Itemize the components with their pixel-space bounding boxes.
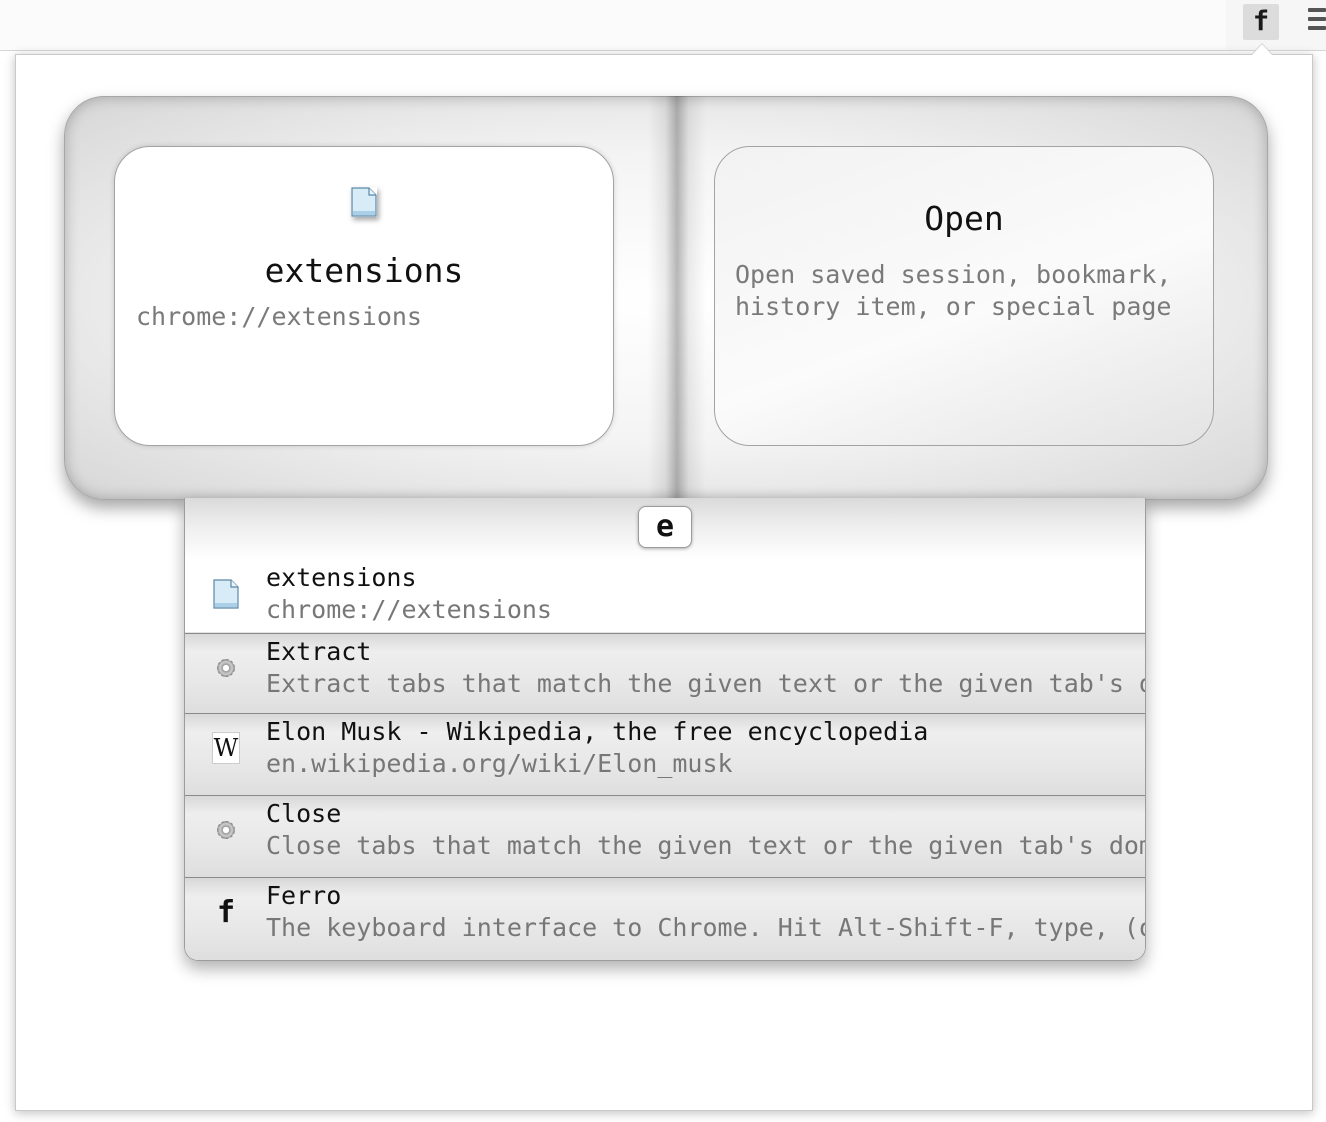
list-item-subtitle: Close tabs that match the given text or … — [266, 831, 1145, 860]
query-bar: e — [185, 498, 1145, 560]
query-input[interactable]: e — [638, 506, 692, 548]
document-icon — [351, 187, 377, 217]
menu-bar-line — [1308, 17, 1326, 21]
list-item[interactable]: Extract Extract tabs that match the give… — [185, 633, 1145, 713]
action-card[interactable]: Open Open saved session, bookmark, histo… — [714, 146, 1214, 446]
list-item-title: Elon Musk - Wikipedia, the free encyclop… — [266, 717, 929, 746]
current-item-title: extensions — [264, 251, 464, 290]
preview-divider — [648, 96, 706, 498]
wikipedia-icon-letter: W — [212, 732, 240, 764]
list-item-title: extensions — [266, 563, 417, 592]
list-item-subtitle: Extract tabs that match the given text o… — [266, 669, 1145, 698]
list-item-title: Ferro — [266, 881, 342, 910]
action-title: Open — [924, 199, 1004, 238]
popup-arrow — [1252, 44, 1272, 55]
results-list: e extensions chrome://extensions Extract… — [184, 498, 1146, 961]
ferro-icon-letter: f — [216, 894, 236, 930]
action-description: Open saved session, bookmark, history it… — [735, 260, 1172, 321]
list-item[interactable]: extensions chrome://extensions — [185, 560, 1145, 633]
ferro-extension-button[interactable]: f — [1243, 4, 1279, 40]
wikipedia-icon: W — [212, 732, 240, 764]
list-item-subtitle: The keyboard interface to Chrome. Hit Al… — [266, 913, 1145, 942]
hamburger-icon[interactable] — [1306, 8, 1326, 36]
browser-toolbar — [0, 0, 1326, 51]
list-item-title: Extract — [266, 637, 372, 666]
list-item[interactable]: Close Close tabs that match the given te… — [185, 795, 1145, 877]
menu-bar-line — [1308, 26, 1326, 30]
menu-bar-line — [1308, 8, 1326, 12]
list-item-subtitle: en.wikipedia.org/wiki/Elon_musk — [266, 749, 733, 778]
list-item[interactable]: W Elon Musk - Wikipedia, the free encycl… — [185, 713, 1145, 795]
list-item-title: Close — [266, 799, 342, 828]
list-item[interactable]: f Ferro The keyboard interface to Chrome… — [185, 877, 1145, 960]
current-item-card[interactable]: extensions chrome://extensions — [114, 146, 614, 446]
current-item-url: chrome://extensions — [136, 302, 422, 331]
gear-icon — [212, 814, 240, 846]
document-icon — [212, 578, 240, 610]
ferro-icon: f — [212, 894, 240, 930]
list-item-subtitle: chrome://extensions — [266, 595, 552, 624]
gear-icon — [212, 652, 240, 684]
